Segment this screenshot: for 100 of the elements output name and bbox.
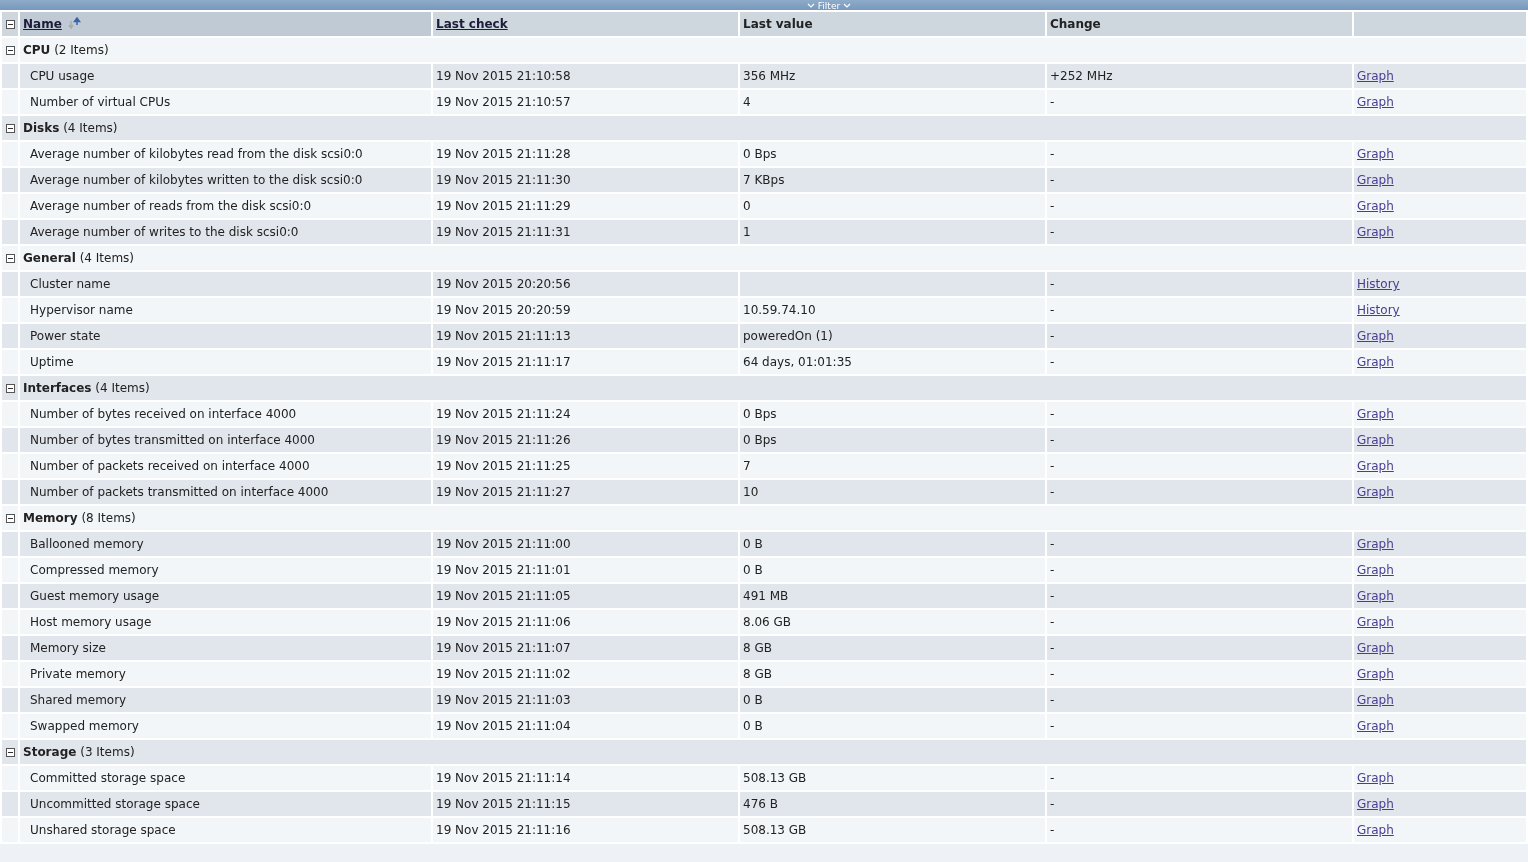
last-check-cell: 19 Nov 2015 21:11:05 [433, 584, 738, 608]
collapse-all-icon[interactable] [5, 19, 15, 29]
graph-link[interactable]: Graph [1357, 589, 1394, 603]
change-cell: - [1047, 194, 1352, 218]
graph-link[interactable]: Graph [1357, 615, 1394, 629]
graph-link[interactable]: Graph [1357, 329, 1394, 343]
column-title: Last value [743, 17, 813, 31]
last-value-cell: 476 B [740, 792, 1045, 816]
item-count: (2 Items) [54, 43, 109, 57]
last-check-cell: 19 Nov 2015 21:11:30 [433, 168, 738, 192]
last-value-cell: 7 KBps [740, 168, 1045, 192]
graph-link[interactable]: Graph [1357, 225, 1394, 239]
collapse-icon[interactable] [5, 513, 15, 523]
change-cell: - [1047, 220, 1352, 244]
last-value-cell: 0 B [740, 532, 1045, 556]
change-cell: - [1047, 610, 1352, 634]
item-name-cell: Cluster name [20, 272, 431, 296]
collapse-icon[interactable] [5, 45, 15, 55]
graph-link[interactable]: Graph [1357, 95, 1394, 109]
graph-link[interactable]: Graph [1357, 173, 1394, 187]
item-name-cell: Average number of reads from the disk scsi0:0 [20, 194, 431, 218]
last-check-cell: 19 Nov 2015 21:11:01 [433, 558, 738, 582]
last-check-cell: 19 Nov 2015 21:11:06 [433, 610, 738, 634]
last-check-cell: 19 Nov 2015 21:11:02 [433, 662, 738, 686]
change-cell: - [1047, 324, 1352, 348]
collapse-icon[interactable] [5, 383, 15, 393]
graph-link[interactable]: Graph [1357, 459, 1394, 473]
last-value-cell: 7 [740, 454, 1045, 478]
last-check-cell: 19 Nov 2015 21:11:28 [433, 142, 738, 166]
item-name-cell: Number of virtual CPUs [20, 90, 431, 114]
graph-link[interactable]: Graph [1357, 667, 1394, 681]
last-check-cell: 19 Nov 2015 21:11:29 [433, 194, 738, 218]
change-cell: - [1047, 558, 1352, 582]
graph-link[interactable]: Graph [1357, 147, 1394, 161]
collapse-icon[interactable] [5, 253, 15, 263]
last-value-cell: 0 B [740, 688, 1045, 712]
item-name-cell: Average number of kilobytes read from the disk scsi0:0 [20, 142, 431, 166]
graph-link[interactable]: Graph [1357, 563, 1394, 577]
graph-link[interactable]: History [1357, 303, 1400, 317]
spacer-cell [2, 636, 18, 660]
item-name-cell: Number of packets transmitted on interface 4000 [20, 480, 431, 504]
item-name-cell: Compressed memory [20, 558, 431, 582]
item-name-cell: Hypervisor name [20, 298, 431, 322]
graph-link[interactable]: Graph [1357, 407, 1394, 421]
graph-link[interactable]: Graph [1357, 199, 1394, 213]
item-name-cell: Private memory [20, 662, 431, 686]
last-value-cell: 0 Bps [740, 402, 1045, 426]
group-name: Disks [23, 121, 60, 135]
change-cell: - [1047, 636, 1352, 660]
change-cell: - [1047, 402, 1352, 426]
graph-link[interactable]: Graph [1357, 537, 1394, 551]
last-value-cell: 508.13 GB [740, 766, 1045, 790]
group-name: Memory [23, 511, 78, 525]
change-cell: - [1047, 584, 1352, 608]
graph-link[interactable]: Graph [1357, 433, 1394, 447]
sort-link[interactable]: Last check [436, 17, 508, 31]
graph-link[interactable]: Graph [1357, 771, 1394, 785]
item-name-cell: Power state [20, 324, 431, 348]
item-name-cell: CPU usage [20, 64, 431, 88]
last-check-cell: 19 Nov 2015 21:11:15 [433, 792, 738, 816]
graph-link[interactable]: History [1357, 277, 1400, 291]
change-cell: - [1047, 454, 1352, 478]
change-cell: - [1047, 298, 1352, 322]
spacer-cell [2, 428, 18, 452]
last-check-cell: 19 Nov 2015 20:20:56 [433, 272, 738, 296]
graph-link[interactable]: Graph [1357, 797, 1394, 811]
item-name-cell: Memory size [20, 636, 431, 660]
last-check-cell: 19 Nov 2015 21:11:16 [433, 818, 738, 842]
last-value-cell: 508.13 GB [740, 818, 1045, 842]
graph-link[interactable]: Graph [1357, 641, 1394, 655]
chevron-down-icon [806, 3, 815, 9]
last-value-cell: 64 days, 01:01:35 [740, 350, 1045, 374]
collapse-icon[interactable] [5, 747, 15, 757]
sort-link[interactable]: Name [23, 17, 62, 31]
last-value-cell: 10.59.74.10 [740, 298, 1045, 322]
graph-link[interactable]: Graph [1357, 823, 1394, 837]
graph-link[interactable]: Graph [1357, 485, 1394, 499]
last-check-cell: 19 Nov 2015 21:11:00 [433, 532, 738, 556]
collapse-icon[interactable] [5, 123, 15, 133]
last-check-cell: 19 Nov 2015 21:11:04 [433, 714, 738, 738]
spacer-cell [2, 64, 18, 88]
change-cell: - [1047, 272, 1352, 296]
last-value-cell: 0 Bps [740, 428, 1045, 452]
item-name-cell: Ballooned memory [20, 532, 431, 556]
group-name: Storage [23, 745, 77, 759]
graph-link[interactable]: Graph [1357, 693, 1394, 707]
change-cell: - [1047, 428, 1352, 452]
item-name-cell: Host memory usage [20, 610, 431, 634]
spacer-cell [2, 480, 18, 504]
graph-link[interactable]: Graph [1357, 719, 1394, 733]
last-value-cell: 8 GB [740, 636, 1045, 660]
change-cell: - [1047, 766, 1352, 790]
change-cell: - [1047, 662, 1352, 686]
last-value-cell: 0 [740, 194, 1045, 218]
graph-link[interactable]: Graph [1357, 69, 1394, 83]
last-value-cell: 0 B [740, 714, 1045, 738]
graph-link[interactable]: Graph [1357, 355, 1394, 369]
change-cell: - [1047, 532, 1352, 556]
last-check-cell: 19 Nov 2015 21:11:13 [433, 324, 738, 348]
change-cell: - [1047, 350, 1352, 374]
